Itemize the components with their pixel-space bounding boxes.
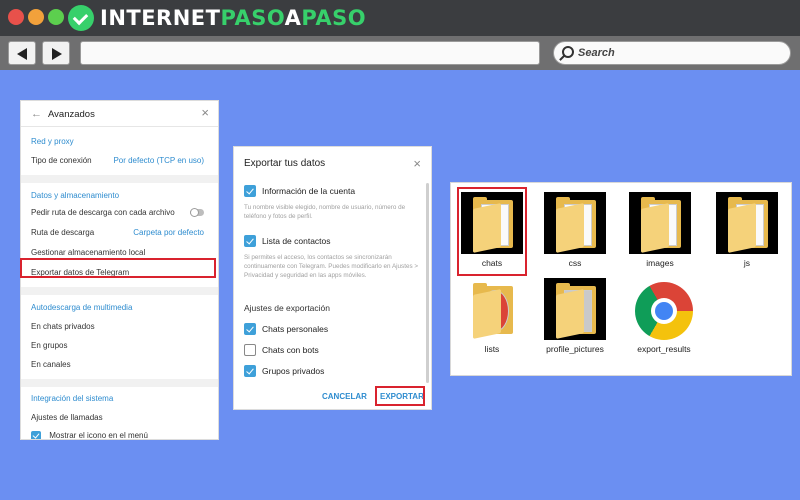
back-button[interactable] bbox=[8, 41, 36, 65]
back-arrow-icon[interactable]: ← bbox=[31, 108, 42, 120]
scrollbar[interactable] bbox=[426, 183, 429, 383]
tipo-conexion-row[interactable]: Tipo de conexión Por defecto (TCP en uso… bbox=[21, 156, 218, 165]
file-export-results[interactable]: export_results bbox=[633, 278, 695, 354]
search-icon bbox=[562, 46, 574, 58]
close-window-button[interactable] bbox=[8, 9, 24, 25]
dialog-title: Exportar tus datos bbox=[244, 158, 326, 169]
folder-profile-pictures[interactable]: profile_pictures bbox=[544, 278, 606, 354]
chats-folder-highlight-box bbox=[457, 187, 527, 276]
browser-titlebar: INTERNETPASOAPASO bbox=[0, 0, 800, 36]
chats-bots-checkbox[interactable] bbox=[244, 344, 256, 356]
ajustes-llamadas-row[interactable]: Ajustes de llamadas bbox=[21, 413, 218, 422]
browser-toolbar: Search bbox=[0, 36, 800, 70]
close-icon[interactable]: × bbox=[413, 156, 421, 171]
panel-title: Avanzados bbox=[48, 109, 95, 120]
site-logo: INTERNETPASOAPASO bbox=[68, 4, 366, 32]
exportar-dialog: Exportar tus datos × Información de la c… bbox=[233, 146, 432, 410]
mostrar-icono-row[interactable]: Mostrar el icono en el menú bbox=[21, 431, 218, 439]
pedir-ruta-toggle[interactable] bbox=[190, 208, 204, 217]
lista-contactos-description: Si permites el acceso, los contactos se … bbox=[244, 254, 419, 279]
divider bbox=[21, 379, 218, 387]
section-red-proxy: Red y proxy bbox=[31, 137, 74, 146]
section-datos: Datos y almacenamiento bbox=[31, 191, 120, 200]
file-lists[interactable]: lists bbox=[461, 278, 523, 354]
arrow-right-icon bbox=[52, 48, 62, 60]
chats-personales-checkbox[interactable] bbox=[244, 323, 256, 335]
chats-personales-option[interactable]: Chats personales bbox=[244, 323, 328, 335]
info-cuenta-option[interactable]: Información de la cuenta bbox=[244, 185, 355, 197]
info-cuenta-description: Tu nombre visible elegido, nombre de usu… bbox=[244, 204, 406, 220]
info-cuenta-checkbox[interactable] bbox=[244, 185, 256, 197]
search-input[interactable]: Search bbox=[553, 41, 791, 65]
grupos-privados-checkbox[interactable] bbox=[244, 365, 256, 377]
canales-row[interactable]: En canales bbox=[21, 360, 218, 369]
grupos-privados-option[interactable]: Grupos privados bbox=[244, 365, 324, 377]
pedir-ruta-row[interactable]: Pedir ruta de descarga con cada archivo bbox=[21, 208, 218, 217]
ruta-descarga-value[interactable]: Carpeta por defecto bbox=[133, 228, 204, 237]
minimize-window-button[interactable] bbox=[28, 9, 44, 25]
maximize-window-button[interactable] bbox=[48, 9, 64, 25]
chats-bots-option[interactable]: Chats con bots bbox=[244, 344, 319, 356]
mostrar-icono-checkbox[interactable] bbox=[31, 431, 41, 439]
divider bbox=[21, 287, 218, 295]
address-bar[interactable] bbox=[80, 41, 540, 65]
avanzados-header: ← Avanzados × bbox=[21, 101, 218, 127]
close-icon[interactable]: × bbox=[201, 106, 209, 119]
section-integracion: Integración del sistema bbox=[31, 394, 114, 403]
lista-contactos-checkbox[interactable] bbox=[244, 235, 256, 247]
arrow-left-icon bbox=[17, 48, 27, 60]
grupos-row[interactable]: En grupos bbox=[21, 341, 218, 350]
exportar-highlight-box bbox=[20, 258, 216, 278]
lista-contactos-option[interactable]: Lista de contactos bbox=[244, 235, 331, 247]
ajustes-exportacion-heading: Ajustes de exportación bbox=[244, 303, 330, 313]
folder-js[interactable]: js bbox=[716, 192, 778, 268]
folder-images[interactable]: images bbox=[629, 192, 691, 268]
folder-css[interactable]: css bbox=[544, 192, 606, 268]
divider bbox=[21, 175, 218, 183]
chats-privados-row[interactable]: En chats privados bbox=[21, 322, 218, 331]
forward-button[interactable] bbox=[42, 41, 70, 65]
section-autodescarga: Autodescarga de multimedia bbox=[31, 303, 133, 312]
check-logo-icon bbox=[68, 5, 94, 31]
tipo-conexion-value[interactable]: Por defecto (TCP en uso) bbox=[113, 156, 204, 165]
gestionar-almacenamiento-row[interactable]: Gestionar almacenamiento local bbox=[21, 248, 218, 257]
ruta-descarga-row[interactable]: Ruta de descarga Carpeta por defecto bbox=[21, 228, 218, 237]
chrome-icon bbox=[635, 282, 693, 340]
export-button-highlight-box bbox=[375, 386, 425, 406]
cancel-button[interactable]: CANCELAR bbox=[322, 392, 367, 401]
